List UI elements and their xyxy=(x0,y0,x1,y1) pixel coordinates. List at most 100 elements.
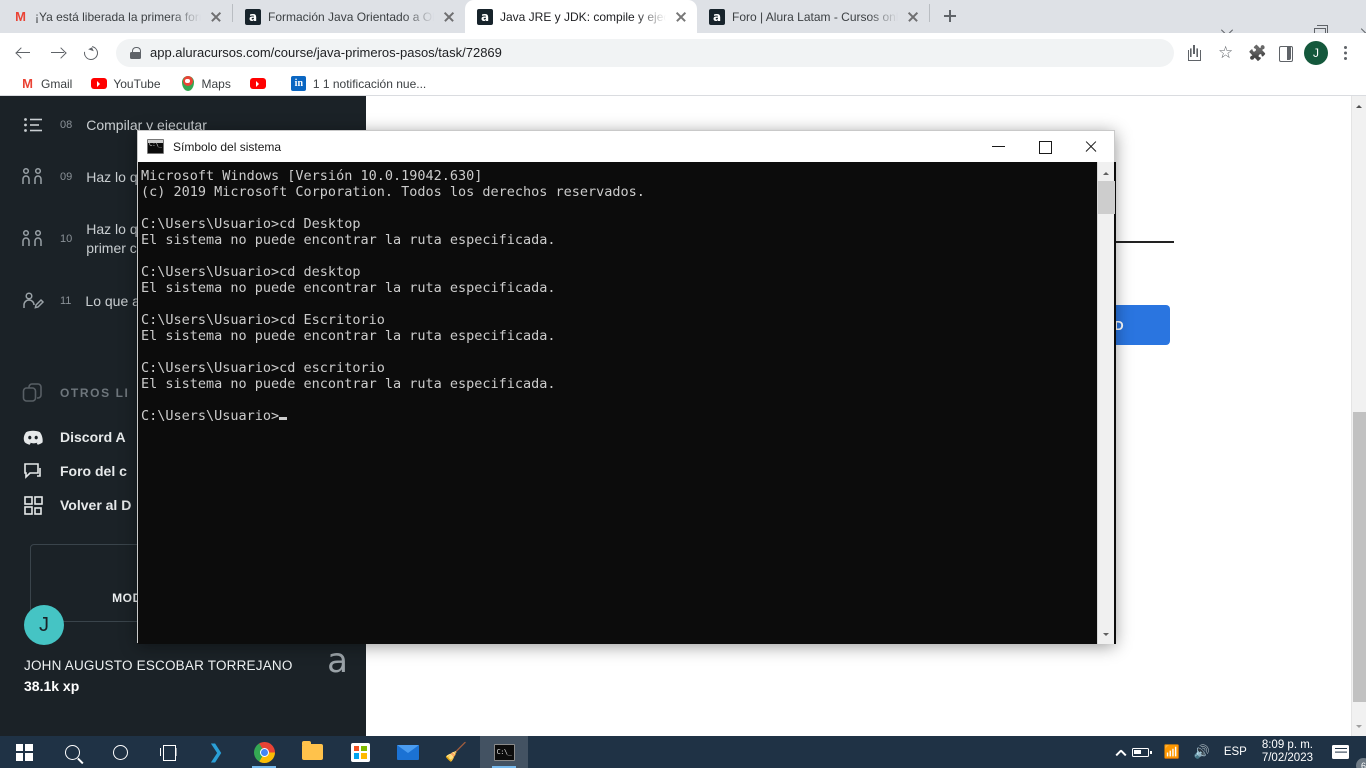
bookmark-linkedin[interactable]: in 1 1 notificación nue... xyxy=(284,74,433,94)
file-explorer-app[interactable] xyxy=(288,736,336,768)
tab-close-icon[interactable] xyxy=(673,9,689,25)
alura-icon: a xyxy=(245,8,261,25)
cmd-title-bar[interactable]: Símbolo del sistema xyxy=(138,131,1114,162)
battery-icon xyxy=(1132,747,1152,757)
cmd-scrollbar-thumb[interactable] xyxy=(1098,181,1115,214)
forward-button[interactable] xyxy=(42,38,72,68)
bookmarks-bar: M Gmail YouTube Maps in 1 1 notificación… xyxy=(0,72,1366,96)
new-tab-button[interactable] xyxy=(936,2,964,30)
user-name: JOHN AUGUSTO ESCOBAR TORREJANO xyxy=(24,658,293,673)
cmd-output-text: Microsoft Windows [Versión 10.0.19042.63… xyxy=(139,163,1089,424)
cmd-maximize-button[interactable] xyxy=(1022,131,1068,162)
gmail-icon: M xyxy=(22,76,33,91)
volume-button[interactable]: 🔊 xyxy=(1187,736,1217,768)
cmd-close-button[interactable] xyxy=(1068,131,1114,162)
cmd-window-controls xyxy=(976,131,1114,162)
command-prompt-app[interactable] xyxy=(480,736,528,768)
tab-close-icon[interactable] xyxy=(208,9,224,25)
battery-button[interactable] xyxy=(1125,736,1156,768)
browser-tab-3-active[interactable]: a Java JRE y JDK: compile y ejecute xyxy=(465,0,697,33)
ccleaner-app[interactable]: 🧹 xyxy=(432,736,480,768)
tab-search-button[interactable] xyxy=(1182,0,1228,33)
tab-separator xyxy=(929,4,930,22)
scroll-down-icon[interactable] xyxy=(1352,720,1366,736)
chrome-icon xyxy=(253,741,275,763)
chrome-menu-icon[interactable] xyxy=(1332,38,1358,68)
linkedin-icon: in xyxy=(291,76,307,92)
tab-close-icon[interactable] xyxy=(905,9,921,25)
alura-icon: a xyxy=(709,8,725,25)
scroll-up-icon[interactable] xyxy=(1352,96,1366,112)
windows-logo-icon xyxy=(15,743,33,761)
cmd-terminal-body[interactable]: Microsoft Windows [Versión 10.0.19042.63… xyxy=(138,162,1116,644)
start-button[interactable] xyxy=(0,736,48,768)
user-xp: 38.1k xp xyxy=(24,678,80,694)
sidebar-item-number: 09 xyxy=(60,171,73,183)
tab-title: Formación Java Orientado a Obje xyxy=(268,9,434,24)
console-icon xyxy=(147,139,164,154)
extensions-puzzle-icon[interactable] xyxy=(1240,38,1270,68)
tab-title: Foro | Alura Latam - Cursos onlin xyxy=(732,9,898,24)
show-hidden-icons-button[interactable] xyxy=(1111,736,1125,768)
youtube-icon xyxy=(91,76,108,92)
side-panel-icon[interactable] xyxy=(1270,38,1300,68)
sidebar-item-number: 11 xyxy=(60,295,72,307)
others-label: OTROS LI xyxy=(60,386,130,400)
tab-title: Java JRE y JDK: compile y ejecute xyxy=(500,9,666,24)
tab-close-icon[interactable] xyxy=(441,9,457,25)
system-tray: 📶 🔊 ESP 8:09 p. m. 7/02/2023 6 xyxy=(1111,736,1366,768)
mail-app[interactable] xyxy=(384,736,432,768)
cmd-scroll-down-icon[interactable] xyxy=(1098,627,1115,644)
bookmark-star-icon[interactable] xyxy=(1210,38,1240,68)
browser-profile-avatar[interactable]: J xyxy=(1304,40,1328,65)
youtube-icon xyxy=(249,76,266,92)
taskbar-clock[interactable]: 8:09 p. m. 7/02/2023 xyxy=(1254,739,1321,765)
share-icon[interactable] xyxy=(1180,38,1210,68)
cmd-scrollbar[interactable] xyxy=(1097,162,1115,644)
notifications-button[interactable]: 6 xyxy=(1321,736,1366,768)
sidebar-link-label: Foro del c xyxy=(60,463,127,479)
clock-time: 8:09 p. m. xyxy=(1261,739,1313,751)
close-window-button[interactable] xyxy=(1320,0,1366,33)
reload-button[interactable] xyxy=(76,38,106,68)
bookmark-maps[interactable]: Maps xyxy=(173,74,238,94)
network-button[interactable]: 📶 xyxy=(1156,736,1186,768)
address-bar[interactable]: app.aluracursos.com/course/java-primeros… xyxy=(116,38,1174,67)
cmd-window-title: Símbolo del sistema xyxy=(173,139,282,154)
cmd-scroll-up-icon[interactable] xyxy=(1098,162,1115,179)
volume-icon: 🔊 xyxy=(1193,744,1210,759)
browser-tab-1[interactable]: M ¡Ya está liberada la primera forma xyxy=(0,0,232,33)
dashboard-icon xyxy=(20,495,46,515)
link-icon xyxy=(20,383,46,403)
store-icon xyxy=(350,742,370,762)
task-view-button[interactable] xyxy=(144,736,192,768)
tab-title: ¡Ya está liberada la primera forma xyxy=(35,9,201,24)
notification-count-badge: 6 xyxy=(1356,758,1366,768)
search-button[interactable] xyxy=(48,736,96,768)
command-prompt-window[interactable]: Símbolo del sistema Microsoft Windows [V… xyxy=(137,130,1116,644)
page-scrollbar[interactable] xyxy=(1351,96,1366,736)
chrome-app[interactable] xyxy=(240,736,288,768)
sidebar-item-number: 10 xyxy=(60,233,73,245)
cmd-minimize-button[interactable] xyxy=(976,131,1022,162)
cortana-button[interactable] xyxy=(96,736,144,768)
language-indicator[interactable]: ESP xyxy=(1217,736,1254,768)
cmd-cursor xyxy=(279,417,288,420)
browser-tab-4[interactable]: a Foro | Alura Latam - Cursos onlin xyxy=(697,0,929,33)
url-text: app.aluracursos.com/course/java-primeros… xyxy=(150,45,502,60)
bookmark-gmail[interactable]: M Gmail xyxy=(12,74,79,94)
people-icon xyxy=(20,229,46,249)
console-icon xyxy=(493,743,515,761)
browser-tab-2[interactable]: a Formación Java Orientado a Obje xyxy=(233,0,465,33)
bookmark-youtube-2[interactable] xyxy=(243,74,279,94)
scrollbar-thumb[interactable] xyxy=(1353,412,1366,702)
vscode-app[interactable]: ❯ xyxy=(192,736,240,768)
window-controls xyxy=(1182,0,1366,40)
bookmark-youtube[interactable]: YouTube xyxy=(84,74,167,94)
back-button[interactable] xyxy=(8,38,38,68)
maximize-window-button[interactable] xyxy=(1274,0,1328,40)
gmail-icon: M xyxy=(15,9,26,24)
minimize-window-button[interactable] xyxy=(1228,0,1280,34)
bookmark-label: 1 1 notificación nue... xyxy=(312,76,427,91)
microsoft-store-app[interactable] xyxy=(336,736,384,768)
